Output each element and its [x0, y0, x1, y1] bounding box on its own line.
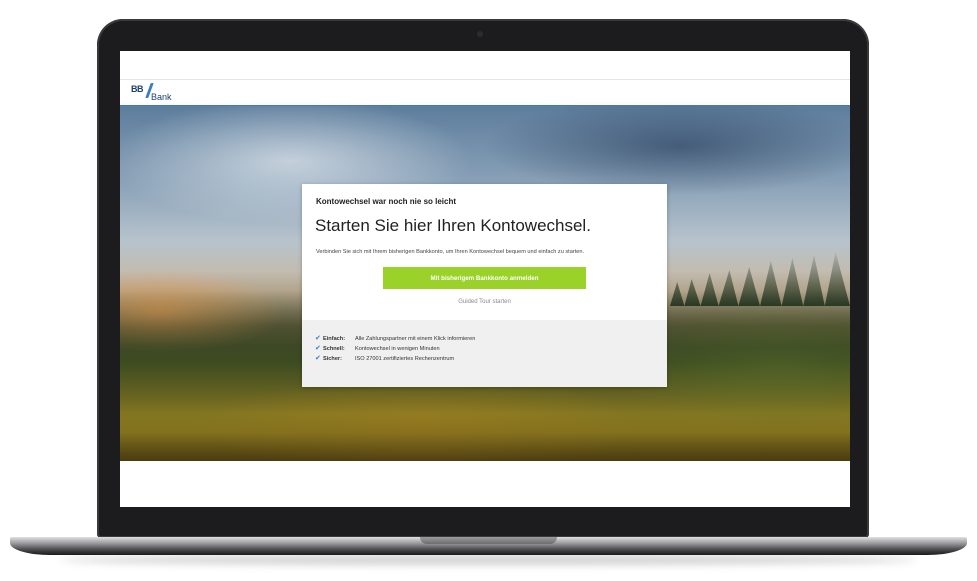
card-description: Verbinden Sie sich mit Ihrem bisherigen …: [316, 249, 585, 255]
feature-text: Alle Zahlungspartner mit einem Klick inf…: [355, 335, 476, 342]
site-header: BB Bank: [120, 79, 850, 107]
camera-icon: [477, 31, 483, 37]
card-eyebrow: Kontowechsel war noch nie so leicht: [316, 197, 457, 206]
feature-list: ✔ Einfach: Alle Zahlungspartner mit eine…: [302, 320, 667, 387]
laptop-screen: BB Bank Kontowechsel war noch nie so lei…: [120, 51, 850, 507]
logo-bb-text: BB: [131, 84, 144, 94]
feature-label: Einfach:: [323, 335, 346, 342]
guided-tour-link[interactable]: Guided Tour starten: [302, 299, 667, 305]
laptop-hinge-notch: [420, 537, 557, 544]
feature-text: Kontowechsel in wenigen Minuten: [355, 345, 440, 352]
laptop-bezel: BB Bank Kontowechsel war noch nie so lei…: [97, 19, 869, 538]
check-icon: ✔: [315, 355, 321, 362]
feature-text: ISO 27001 zertifiziertes Rechenzentrum: [355, 355, 455, 362]
card-main: Kontowechsel war noch nie so leicht Star…: [302, 184, 667, 320]
check-icon: ✔: [315, 335, 321, 342]
feature-label: Schnell:: [323, 345, 345, 352]
laptop-shadow: [60, 555, 917, 565]
account-switch-card: Kontowechsel war noch nie so leicht Star…: [302, 184, 667, 387]
feature-item-einfach: ✔ Einfach: Alle Zahlungspartner mit eine…: [315, 335, 475, 342]
logo-bank-text: Bank: [151, 92, 172, 102]
card-title-text: Starten Sie hier Ihren Kontowechsel.: [315, 216, 591, 235]
card-title: Starten Sie hier Ihren Kontowechsel.: [315, 216, 591, 236]
feature-item-sicher: ✔ Sicher: ISO 27001 zertifiziertes Reche…: [315, 355, 454, 362]
check-icon: ✔: [315, 345, 321, 352]
login-with-bank-button[interactable]: Mit bisherigem Bankkonto anmelden: [383, 267, 586, 289]
bb-bank-logo[interactable]: BB Bank: [131, 83, 191, 104]
feature-label: Sicher:: [323, 355, 342, 362]
feature-item-schnell: ✔ Schnell: Kontowechsel in wenigen Minut…: [315, 345, 440, 352]
